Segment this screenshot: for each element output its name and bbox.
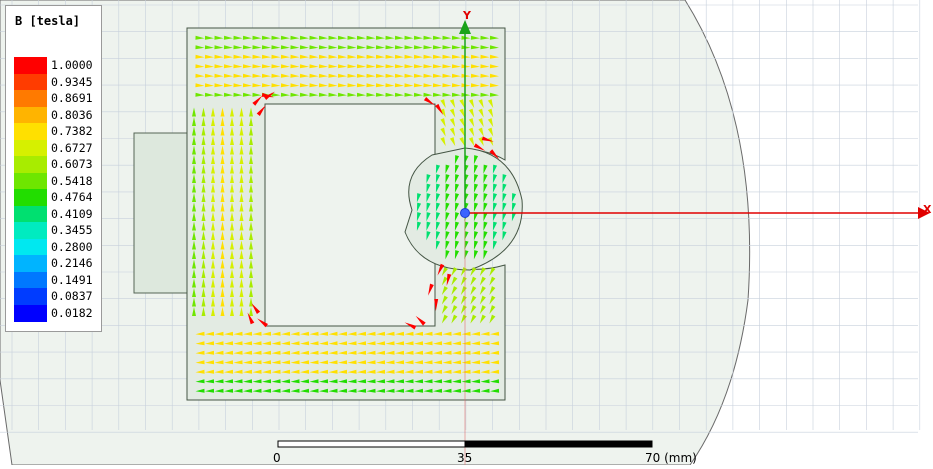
flux-density-legend[interactable]: B [tesla] 1.0000 0.9345 0.8691 0.8036 0.7382… <box>5 5 102 332</box>
legend-swatch <box>14 73 47 91</box>
legend-value: 0.6073 <box>51 157 93 171</box>
legend-value: 0.5418 <box>51 173 93 188</box>
flux-density-vector-plot <box>0 0 930 466</box>
legend-swatch <box>14 304 47 322</box>
legend-swatch <box>14 139 47 157</box>
legend-value: 0.6727 <box>51 140 93 155</box>
legend-value: 0.7382 <box>51 124 93 138</box>
legend-swatch <box>14 288 47 305</box>
legend-value: 0.3455 <box>51 223 93 237</box>
legend-swatch <box>14 57 47 74</box>
legend-value: 0.2146 <box>51 256 93 270</box>
legend-value: 0.4109 <box>51 206 93 221</box>
origin-marker <box>460 208 470 218</box>
y-axis-label: Y <box>463 9 471 22</box>
legend-swatch <box>14 156 47 173</box>
legend-value: 0.4764 <box>51 190 93 204</box>
scale-label-70: 70 (mm) <box>645 451 697 465</box>
legend-value: 0.1491 <box>51 272 93 287</box>
legend-value: 0.0837 <box>51 289 93 303</box>
legend-swatch <box>14 172 47 190</box>
legend-swatch <box>14 238 47 256</box>
legend-swatch <box>14 90 47 107</box>
legend-swatch <box>14 222 47 239</box>
legend-value: 0.8691 <box>51 91 93 105</box>
field-plot-viewport[interactable] <box>0 0 933 466</box>
scale-label-0: 0 <box>273 451 281 465</box>
scale-label-35: 35 <box>457 451 473 465</box>
legend-swatch <box>14 189 47 206</box>
legend-title: B [tesla] <box>15 14 81 28</box>
legend-swatch <box>14 255 47 272</box>
scale-bar-white <box>277 440 466 448</box>
core-window <box>264 103 436 327</box>
legend-value: 0.8036 <box>51 107 93 122</box>
legend-value: 0.0182 <box>51 305 93 320</box>
legend-swatch <box>14 205 47 223</box>
scale-bar-black <box>464 440 653 448</box>
legend-value: 0.9345 <box>51 74 93 89</box>
legend-value: 0.2800 <box>51 239 93 254</box>
legend-swatch <box>14 123 47 140</box>
legend-value: 1.0000 <box>51 58 93 72</box>
legend-swatch <box>14 106 47 124</box>
legend-swatch <box>14 271 47 289</box>
x-axis-label: X <box>923 203 932 216</box>
